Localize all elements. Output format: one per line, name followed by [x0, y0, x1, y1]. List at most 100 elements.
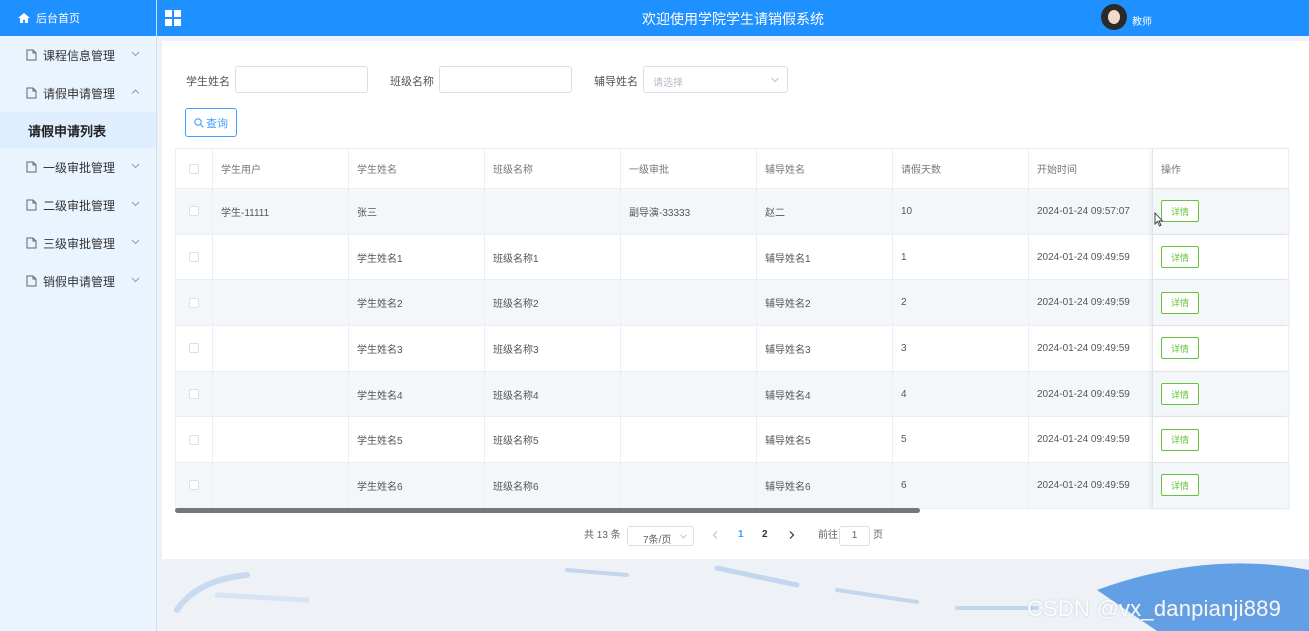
- counselor-select[interactable]: 请选择: [643, 66, 788, 93]
- sidebar-item-label: 课程信息管理: [43, 48, 116, 63]
- action-cell: 详情: [1153, 234, 1289, 280]
- avatar[interactable]: [1101, 4, 1127, 30]
- class-name-input[interactable]: [439, 66, 572, 93]
- table-cell: 班级名称4: [485, 371, 621, 417]
- student-name-input[interactable]: [235, 66, 368, 93]
- table-cell: [621, 371, 757, 417]
- table-row: 学生姓名2 班级名称2 辅导姓名2 2 2024-01-24 09:49:59 详情: [176, 280, 1290, 327]
- sidebar-subitem-leave-list[interactable]: 请假申请列表: [0, 112, 156, 148]
- sidebar-item-cancel-leave[interactable]: 销假申请管理: [0, 262, 156, 300]
- sidebar-item-label: 一级审批管理: [43, 160, 116, 175]
- table-cell: 辅导姓名6: [757, 463, 893, 508]
- row-checkbox-cell: [176, 417, 213, 463]
- document-icon: [26, 199, 37, 211]
- action-cell: 详情: [1153, 417, 1289, 463]
- sidebar-item-second-approval[interactable]: 二级审批管理: [0, 186, 156, 224]
- chevron-down-icon: [771, 77, 779, 83]
- sidebar-item-first-approval[interactable]: 一级审批管理: [0, 148, 156, 186]
- column-header: 一级审批: [621, 149, 757, 188]
- row-checkbox[interactable]: [189, 389, 199, 400]
- table-cell: 学生姓名6: [349, 463, 485, 508]
- chevron-down-icon: [131, 51, 140, 57]
- home-icon: [18, 13, 30, 23]
- table-cell: 6: [893, 463, 1029, 508]
- table-cell: [621, 417, 757, 463]
- class-name-label: 班级名称: [390, 76, 434, 88]
- table-cell: 3: [893, 326, 1029, 371]
- detail-button[interactable]: 详情: [1161, 200, 1199, 223]
- prev-page-icon[interactable]: [712, 531, 718, 539]
- page-suffix: 页: [873, 530, 883, 541]
- table-row: 学生姓名1 班级名称1 辅导姓名1 1 2024-01-24 09:49:59 详情: [176, 234, 1290, 281]
- watermark: CSDN @vx_danpianji889: [1027, 596, 1281, 621]
- sidebar-home-label: 后台首页: [36, 13, 80, 25]
- goto-page-input[interactable]: 1: [839, 526, 870, 546]
- row-checkbox[interactable]: [189, 252, 199, 263]
- table-cell: [213, 463, 349, 508]
- table-cell: 班级名称2: [485, 280, 621, 326]
- next-page-icon[interactable]: [789, 531, 795, 539]
- row-checkbox[interactable]: [189, 297, 199, 308]
- column-header: 班级名称: [485, 149, 621, 188]
- row-checkbox[interactable]: [189, 480, 199, 491]
- document-icon: [26, 161, 37, 173]
- page-2[interactable]: 2: [762, 529, 768, 540]
- table-cell: 5: [893, 417, 1029, 463]
- sidebar-item-third-approval[interactable]: 三级审批管理: [0, 224, 156, 262]
- chevron-down-icon: [131, 201, 140, 207]
- chevron-down-icon: [131, 277, 140, 283]
- select-all-checkbox[interactable]: [189, 163, 199, 174]
- table-cell: [213, 371, 349, 417]
- table-cell: [621, 463, 757, 508]
- table-row: 学生-11111 张三 副导演-33333 赵二 10 2024-01-24 09:57:…: [176, 189, 1290, 235]
- document-icon: [26, 237, 37, 249]
- leave-table: 学生用户 学生姓名 班级名称 一级审批 辅导姓名 请假天数 开始时间 操作 学生-11111 张三…: [175, 148, 1290, 509]
- table-cell: 班级名称6: [485, 463, 621, 508]
- detail-button[interactable]: 详情: [1161, 383, 1199, 406]
- row-checkbox[interactable]: [189, 343, 199, 354]
- document-icon: [26, 275, 37, 287]
- table-cell: 2024-01-24 09:49:59: [1029, 417, 1153, 463]
- detail-button[interactable]: 详情: [1161, 337, 1199, 360]
- detail-button[interactable]: 详情: [1161, 291, 1199, 314]
- row-checkbox-cell: [176, 371, 213, 417]
- table-row: 学生姓名6 班级名称6 辅导姓名6 6 2024-01-24 09:49:59 详情: [176, 463, 1290, 509]
- page-size-select[interactable]: 7条/页: [627, 526, 694, 546]
- page-1[interactable]: 1: [738, 529, 744, 540]
- table-cell: 学生姓名4: [349, 371, 485, 417]
- query-button[interactable]: 查询: [185, 108, 237, 137]
- sidebar-item-leave-apply[interactable]: 请假申请管理: [0, 74, 156, 112]
- row-checkbox[interactable]: [189, 434, 199, 445]
- sidebar-home[interactable]: 后台首页: [0, 0, 156, 36]
- table-cell: 2: [893, 280, 1029, 326]
- table-cell: 学生姓名5: [349, 417, 485, 463]
- table-cell: [621, 234, 757, 280]
- row-checkbox-cell: [176, 234, 213, 280]
- table-cell: [213, 417, 349, 463]
- student-name-label: 学生姓名: [186, 76, 230, 88]
- table-cell: [485, 189, 621, 234]
- sidebar-item-label: 请假申请管理: [43, 86, 116, 101]
- table-header-row: 学生用户 学生姓名 班级名称 一级审批 辅导姓名 请假天数 开始时间 操作: [176, 149, 1290, 189]
- action-cell: 详情: [1153, 371, 1289, 417]
- table-cell: 2024-01-24 09:49:59: [1029, 463, 1153, 508]
- table-cell: 辅导姓名4: [757, 371, 893, 417]
- pagination-total: 共 13 条: [584, 530, 621, 541]
- header-checkbox-cell: [176, 149, 213, 188]
- sidebar-item-label: 三级审批管理: [43, 236, 116, 251]
- sidebar-item-course[interactable]: 课程信息管理: [0, 36, 156, 74]
- table-scrollbar[interactable]: [175, 508, 920, 513]
- detail-button[interactable]: 详情: [1161, 428, 1199, 451]
- detail-button[interactable]: 详情: [1161, 246, 1199, 269]
- detail-button[interactable]: 详情: [1161, 474, 1199, 497]
- table-cell: 辅导姓名5: [757, 417, 893, 463]
- table-row: 学生姓名4 班级名称4 辅导姓名4 4 2024-01-24 09:49:59 详情: [176, 371, 1290, 418]
- document-icon: [26, 87, 37, 99]
- table-cell: 赵二: [757, 189, 893, 234]
- row-checkbox[interactable]: [189, 206, 199, 217]
- action-cell: 详情: [1153, 326, 1289, 371]
- table-cell: 学生姓名3: [349, 326, 485, 371]
- table-cell: [213, 326, 349, 371]
- document-icon: [26, 49, 37, 61]
- user-role: 教师: [1132, 17, 1152, 28]
